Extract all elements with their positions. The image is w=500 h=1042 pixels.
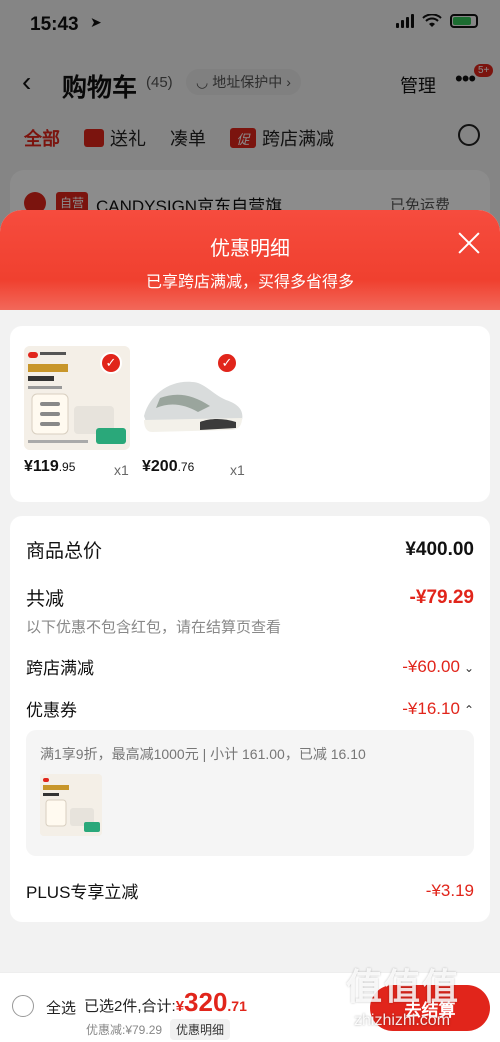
discount-detail-sheet: 优惠明细 已享跨店满减，买得多省得多 ✓ ¥119.95 x1 ✓ ¥200.7… <box>0 210 500 1042</box>
product-item[interactable]: ✓ ¥119.95 x1 <box>24 346 130 478</box>
select-all-label[interactable]: 全选 <box>46 997 76 1018</box>
selected-total-line: 已选2件,合计:¥320.71 <box>84 987 247 1018</box>
total-reduce-label: 共减 <box>26 589 65 610</box>
price-integer: ¥200 <box>142 458 178 475</box>
cross-store-label: 跨店满减 <box>26 659 94 678</box>
total-price-label: 商品总价 <box>26 541 103 562</box>
cross-store-value-wrap: -¥60.00 ⌄ <box>402 657 474 677</box>
checkout-bar: 全选 已选2件,合计:¥320.71 优惠减:¥79.29 优惠明细 去结算 <box>0 972 500 1042</box>
price-decimal: .76 <box>177 460 195 474</box>
price-decimal: .95 <box>58 460 76 474</box>
charger-thumb-icon <box>40 774 102 836</box>
coupon-value: -¥16.10 <box>402 698 460 718</box>
select-all-radio[interactable] <box>12 995 34 1017</box>
total-currency: ¥ <box>175 998 185 1015</box>
checkout-button[interactable]: 去结算 <box>370 985 490 1031</box>
cross-store-row[interactable]: 跨店满减 -¥60.00 ⌄ <box>26 654 474 679</box>
plus-discount-label: PLUS专享立减 <box>26 883 139 902</box>
product-qty: x1 <box>230 462 245 478</box>
price-summary-card: 商品总价 ¥400.00 共减 -¥79.29 以下优惠不包含红包，请在结算页查… <box>10 516 490 922</box>
total-price-row: 商品总价 ¥400.00 <box>26 536 474 563</box>
price-integer: ¥119 <box>24 458 59 475</box>
sneaker-product-image: ✓ <box>140 346 246 450</box>
charger-product-image: ✓ <box>24 346 130 450</box>
coupon-detail-box: 满1享9折，最高减1000元 | 小计 161.00，已减 16.10 <box>26 730 474 856</box>
sheet-title: 优惠明细 <box>210 238 290 260</box>
coupon-value-wrap: -¥16.10 ⌃ <box>402 699 474 719</box>
coupon-label: 优惠券 <box>26 701 77 720</box>
product-price: ¥119.95 <box>24 458 75 476</box>
close-icon[interactable] <box>456 230 482 256</box>
discount-detail-button[interactable]: 优惠明细 <box>170 1019 231 1040</box>
product-check-icon[interactable]: ✓ <box>100 352 122 374</box>
coupon-product-thumbnail <box>40 774 102 836</box>
total-reduce-row: 共减 -¥79.29 <box>26 584 474 611</box>
sheet-subtitle: 已享跨店满减，买得多省得多 <box>145 274 354 291</box>
sheet-header: 优惠明细 已享跨店满减，买得多省得多 <box>0 210 500 310</box>
discount-amount-text: 优惠减:¥79.29 <box>86 1023 163 1037</box>
coupon-row[interactable]: 优惠券 -¥16.10 ⌃ <box>26 696 474 721</box>
coupon-description: 满1享9折，最高减1000元 | 小计 161.00，已减 16.10 <box>40 746 366 762</box>
product-check-icon[interactable]: ✓ <box>216 352 238 374</box>
product-price: ¥200.76 <box>142 458 194 476</box>
selected-products-card: ✓ ¥119.95 x1 ✓ ¥200.76 x1 <box>10 326 490 502</box>
discount-summary-line: 优惠减:¥79.29 优惠明细 <box>86 1019 231 1040</box>
product-item[interactable]: ✓ ¥200.76 x1 <box>140 346 246 478</box>
total-integer: 320 <box>184 987 228 1017</box>
product-qty: x1 <box>114 462 129 478</box>
plus-discount-value: -¥3.19 <box>425 880 474 900</box>
total-decimal: .71 <box>227 998 247 1014</box>
chevron-up-icon: ⌃ <box>463 702 474 717</box>
cross-store-value: -¥60.00 <box>402 656 460 676</box>
selected-count-text: 已选2件,合计: <box>84 998 176 1015</box>
total-reduce-value: -¥79.29 <box>409 586 474 608</box>
discount-note: 以下优惠不包含红包，请在结算页查看 <box>26 619 282 636</box>
total-price-value: ¥400.00 <box>405 538 474 560</box>
chevron-down-icon: ⌄ <box>463 660 474 675</box>
plus-discount-row: PLUS专享立减 -¥3.19 <box>26 878 474 903</box>
